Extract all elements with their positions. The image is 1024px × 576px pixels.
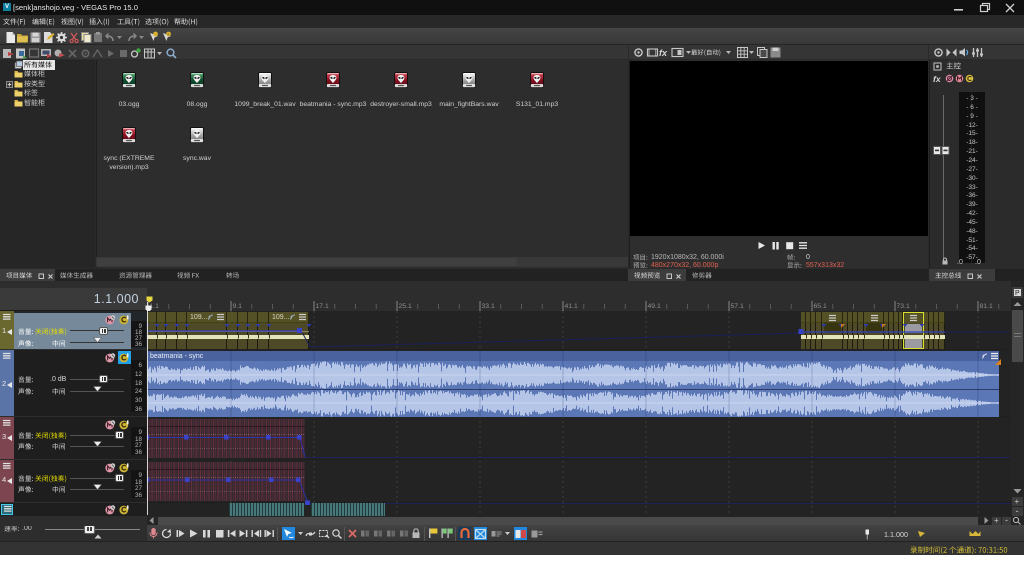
svg-text:P: P	[1015, 290, 1020, 297]
